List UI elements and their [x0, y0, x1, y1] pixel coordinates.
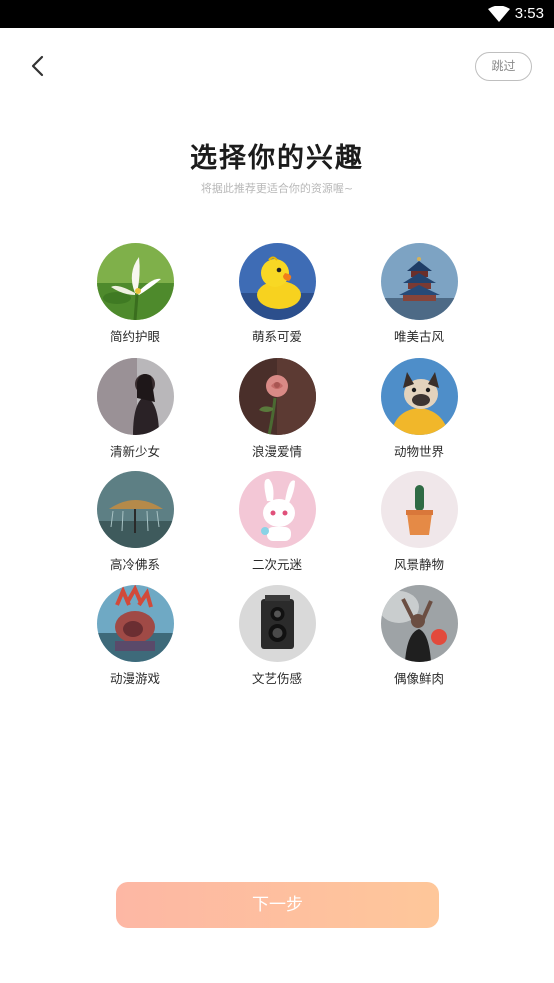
next-step-button[interactable]: 下一步 [116, 882, 439, 928]
skip-button[interactable]: 跳过 [475, 52, 532, 81]
interest-label: 唯美古风 [393, 329, 444, 344]
interest-label: 偶像鲜肉 [393, 671, 444, 686]
interest-item-11[interactable]: 偶像鲜肉 [359, 585, 479, 687]
status-time: 3:53 [514, 5, 544, 22]
page-subtitle: 将据此推荐更适合你的资源喔~ [200, 182, 354, 195]
interest-label: 简约护眼 [109, 329, 160, 344]
temple-of-heaven-image [380, 243, 458, 320]
interest-label: 高冷佛系 [109, 557, 160, 572]
interest-label: 风景静物 [393, 557, 444, 572]
interest-item-1[interactable]: 萌系可爱 [217, 243, 337, 345]
pink-bunny-image [238, 471, 316, 548]
girl-silhouette-image [96, 358, 174, 435]
idol-performer-image [380, 585, 458, 662]
cactus-pot-image [380, 471, 458, 548]
interest-item-10[interactable]: 文艺伤感 [217, 585, 337, 687]
interest-label: 浪漫爱情 [251, 444, 302, 459]
interest-label: 文艺伤感 [251, 671, 302, 686]
interest-item-4[interactable]: 浪漫爱情 [217, 358, 337, 460]
interest-item-5[interactable]: 动物世界 [359, 358, 479, 460]
interest-item-9[interactable]: 动漫游戏 [75, 585, 195, 687]
chevron-left-icon [31, 55, 44, 77]
interest-item-0[interactable]: 简约护眼 [75, 243, 195, 345]
interest-item-7[interactable]: 二次元迷 [217, 471, 337, 573]
interest-item-6[interactable]: 高冷佛系 [75, 471, 195, 573]
status-bar: 3:53 [0, 0, 554, 28]
interest-item-3[interactable]: 清新少女 [75, 358, 195, 460]
interest-label: 萌系可爱 [251, 329, 302, 344]
interest-label: 二次元迷 [251, 557, 302, 572]
game-character-image [96, 585, 174, 662]
interest-label: 动漫游戏 [109, 671, 160, 686]
interest-item-8[interactable]: 风景静物 [359, 471, 479, 573]
umbrella-rain-image [96, 471, 174, 548]
bulldog-image [380, 358, 458, 435]
interest-item-2[interactable]: 唯美古风 [359, 243, 479, 345]
interest-label: 动物世界 [393, 444, 444, 459]
page-title: 选择你的兴趣 [190, 143, 364, 174]
vintage-camera-image [238, 585, 316, 662]
back-button[interactable] [26, 52, 52, 80]
lily-flower-image [96, 243, 174, 320]
rubber-duck-image [238, 243, 316, 320]
rose-image [238, 358, 316, 435]
wifi-icon [488, 6, 510, 22]
interest-label: 清新少女 [109, 444, 160, 459]
